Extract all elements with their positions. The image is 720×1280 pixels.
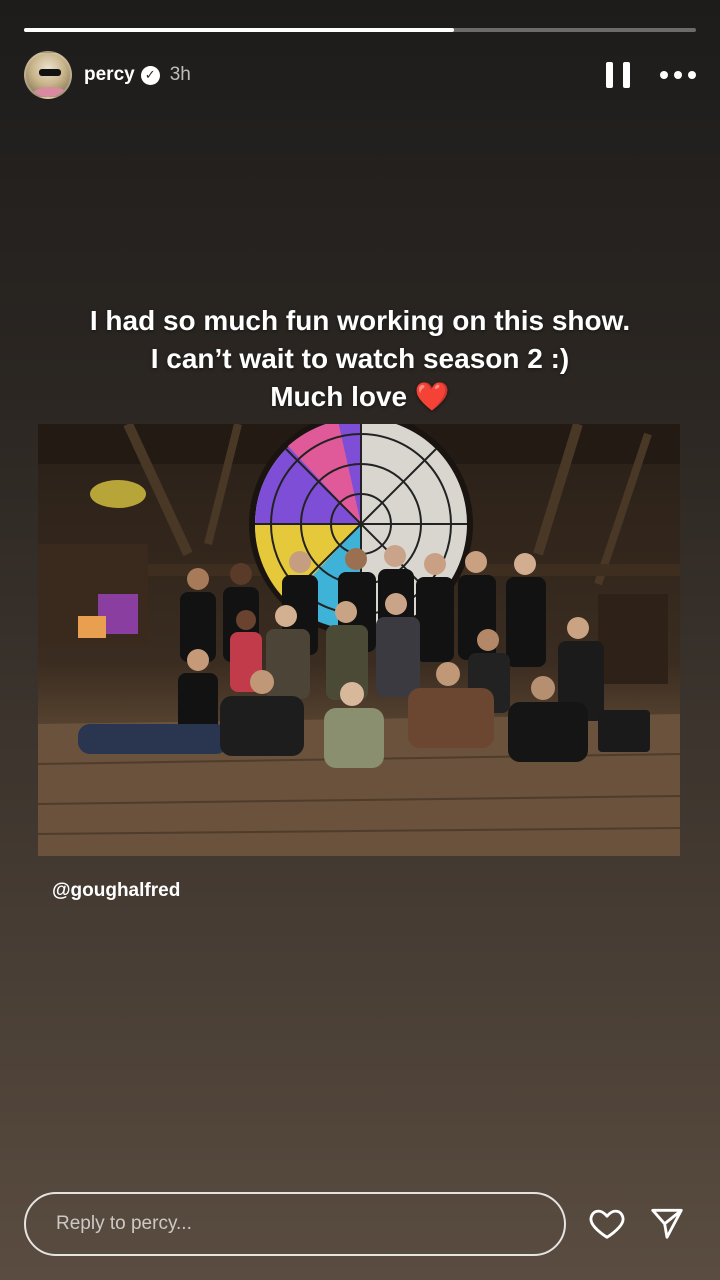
story-progress-bar (24, 28, 696, 32)
caption-line-1: I had so much fun working on this show. (89, 305, 631, 336)
like-button[interactable] (588, 1204, 626, 1242)
heart-emoji: ❤️ (414, 381, 450, 412)
caption-line-3: Much love ❤️ (270, 381, 450, 412)
group-photo-image (38, 424, 680, 856)
more-options-button[interactable] (660, 70, 696, 80)
username[interactable]: percy (84, 64, 135, 86)
post-time: 3h (169, 64, 191, 85)
send-button[interactable] (648, 1204, 686, 1242)
group-photo (38, 424, 680, 856)
pause-icon (606, 62, 613, 88)
story-progress-fill (24, 28, 455, 32)
send-icon (651, 1208, 683, 1239)
caption-line-2: I can’t wait to watch season 2 :) (150, 343, 570, 374)
pause-button[interactable] (606, 62, 630, 88)
verified-badge-icon: ✓ (140, 65, 160, 85)
story-header: percy ✓ 3h (24, 50, 696, 100)
reply-placeholder: Reply to percy... (56, 1213, 192, 1234)
story-caption: I had so much fun working on this show. … (0, 302, 720, 416)
reply-input[interactable]: Reply to percy... (24, 1192, 566, 1256)
avatar[interactable] (24, 51, 72, 99)
mention-link[interactable]: @goughalfred (52, 880, 180, 902)
heart-icon (589, 1209, 625, 1239)
